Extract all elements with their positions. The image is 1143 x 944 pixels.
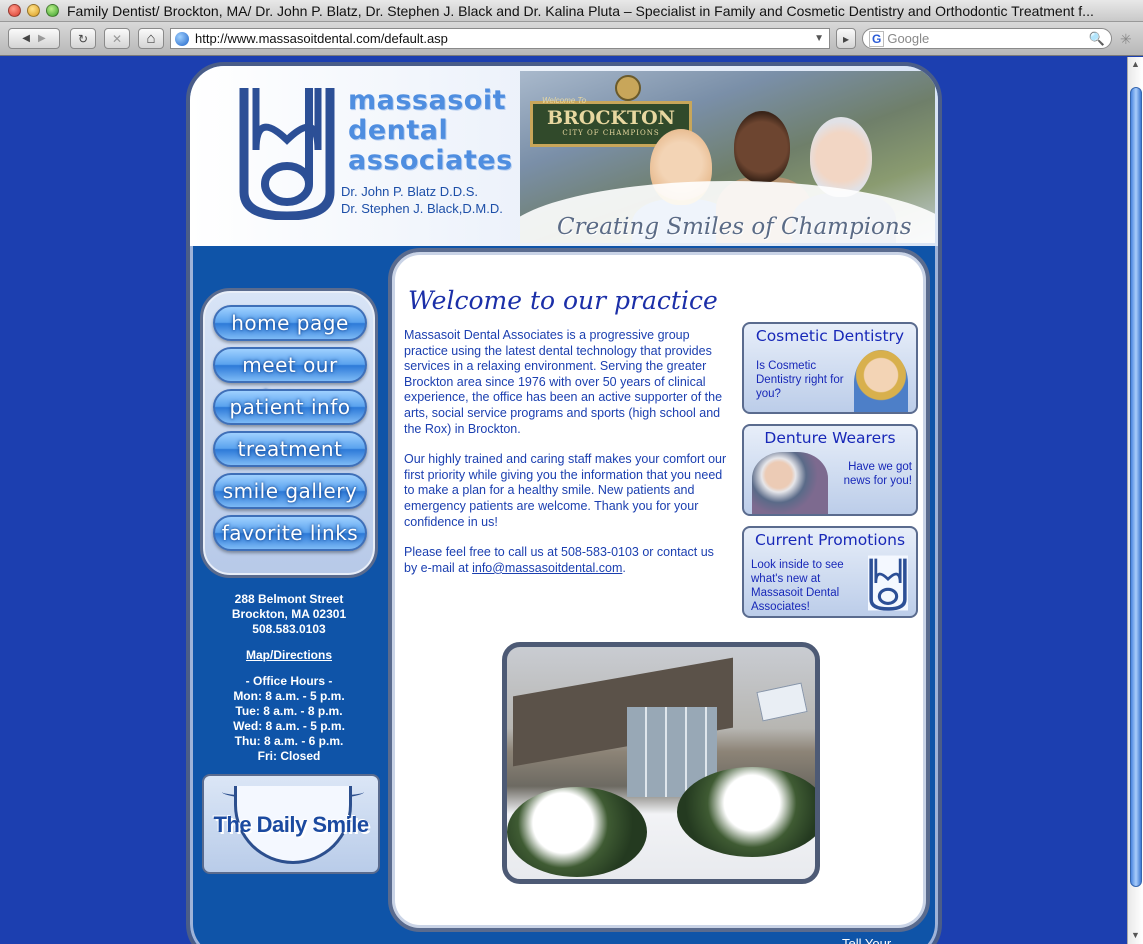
promo-title: Denture Wearers: [764, 429, 896, 447]
window-titlebar: Family Dentist/ Brockton, MA/ Dr. John P…: [0, 0, 1143, 22]
footer-text-peek: Tell Your: [842, 936, 892, 944]
reload-button[interactable]: ↻: [70, 28, 96, 49]
magnifier-icon[interactable]: 🔍: [1089, 31, 1105, 47]
sign-city: BROCKTON: [546, 107, 676, 129]
email-link[interactable]: info@massasoitdental.com: [472, 561, 622, 575]
photo-snowy-bush: [507, 787, 647, 877]
home-button[interactable]: ⌂: [138, 28, 164, 49]
smiling-woman-icon: [854, 350, 908, 412]
promo-title: Current Promotions: [754, 531, 906, 549]
photo-snowy-bush: [677, 767, 815, 857]
search-field[interactable]: G Google 🔍: [862, 28, 1112, 49]
hours-row: Tue: 8 a.m. - 8 p.m.: [235, 704, 343, 718]
intro-text: Massasoit Dental Associates is a progres…: [404, 328, 730, 591]
promo-text: Look inside to see what's new at Massaso…: [751, 559, 844, 613]
md-logo-icon: [868, 555, 908, 611]
window-controls: [8, 4, 59, 17]
main-nav: home page meet our team patient info tre…: [200, 288, 378, 578]
contact-info: 288 Belmont Street Brockton, MA 02301 50…: [200, 592, 378, 764]
sign-welcome: Welcome To: [542, 96, 587, 105]
hours-row: Fri: Closed: [257, 749, 321, 763]
hours-row: Wed: 8 a.m. - 5 p.m.: [233, 719, 345, 733]
nav-smile-gallery[interactable]: smile gallery: [213, 473, 367, 509]
home-icon: ⌂: [146, 30, 156, 47]
nav-home-page[interactable]: home page: [213, 305, 367, 341]
hours-row: Thu: 8 a.m. - 6 p.m.: [234, 734, 344, 748]
nav-treatment[interactable]: treatment: [213, 431, 367, 467]
smiling-man-photo: [734, 111, 790, 183]
search-engine-icon[interactable]: G: [869, 30, 885, 47]
brand-line-1: massasoit: [348, 85, 506, 116]
nav-meet-our-team[interactable]: meet our team: [213, 347, 367, 409]
scrollbar-thumb[interactable]: [1130, 87, 1142, 887]
page-title: Welcome to our practice: [408, 286, 718, 315]
street-address: 288 Belmont Street: [234, 592, 344, 606]
city-seal-icon: [615, 75, 641, 101]
site-header: massasoit dental associates Dr. John P. …: [190, 66, 938, 246]
zoom-window-button[interactable]: [46, 4, 59, 17]
url-dropdown-icon[interactable]: ▼: [814, 33, 824, 44]
nav-patient-info[interactable]: patient info: [213, 389, 367, 425]
hours-row: Mon: 8 a.m. - 5 p.m.: [233, 689, 345, 703]
back-forward-buttons[interactable]: ◀ ▶: [8, 28, 60, 49]
senior-couple-icon: [752, 452, 828, 514]
address-bar[interactable]: http://www.massasoitdental.com/default.a…: [170, 28, 830, 49]
brand-line-2: dental: [348, 115, 449, 146]
current-promotions-promo[interactable]: Current Promotions Look inside to see wh…: [742, 526, 918, 618]
office-hours-title: - Office Hours -: [245, 674, 333, 688]
minimize-window-button[interactable]: [27, 4, 40, 17]
photo-office-sign: [756, 682, 808, 722]
tagline: Creating Smiles of Champions: [557, 214, 912, 240]
doctor-name: Dr. John P. Blatz D.D.S.: [341, 184, 479, 199]
reload-icon: ↻: [77, 31, 89, 46]
city-address: Brockton, MA 02301: [231, 607, 347, 621]
site-globe-icon: [175, 31, 189, 46]
forward-icon[interactable]: ▶: [38, 33, 46, 44]
promo-text: Is Cosmetic Dentistry right for you?: [756, 360, 844, 400]
window-title: Family Dentist/ Brockton, MA/ Dr. John P…: [67, 2, 1094, 19]
daily-smile-label: The Daily Smile: [213, 812, 369, 837]
rss-button[interactable]: ▸: [836, 28, 856, 49]
denture-wearers-promo[interactable]: Denture Wearers Have we got news for you…: [742, 424, 918, 516]
loading-spinner-icon: ✳: [1120, 31, 1132, 47]
scroll-down-icon[interactable]: ▼: [1131, 930, 1140, 940]
doctor-name: Dr. Stephen J. Black,D.M.D.: [341, 201, 503, 216]
main-content: Welcome to our practice Massasoit Dental…: [388, 248, 930, 932]
cosmetic-dentistry-promo[interactable]: Cosmetic Dentistry Is Cosmetic Dentistry…: [742, 322, 918, 414]
brand-name[interactable]: massasoit dental associates: [348, 86, 513, 176]
stop-button[interactable]: ✕: [104, 28, 130, 49]
doctor-names: Dr. John P. Blatz D.D.S. Dr. Stephen J. …: [341, 183, 503, 217]
search-placeholder[interactable]: Google: [887, 31, 1088, 46]
stop-icon: ✕: [111, 31, 123, 46]
phone-number: 508.583.0103: [252, 622, 326, 636]
daily-smile-banner[interactable]: The Daily Smile: [202, 774, 380, 874]
vertical-scrollbar[interactable]: ▲ ▼: [1127, 57, 1143, 944]
site-frame: massasoit dental associates Dr. John P. …: [186, 62, 942, 944]
back-icon[interactable]: ◀: [22, 33, 30, 44]
url-text[interactable]: http://www.massasoitdental.com/default.a…: [195, 31, 814, 46]
close-window-button[interactable]: [8, 4, 21, 17]
brand-line-3: associates: [348, 145, 513, 176]
contact-text-end: .: [622, 560, 626, 575]
md-logo-icon[interactable]: [236, 80, 338, 220]
intro-paragraph: Our highly trained and caring staff make…: [404, 452, 727, 529]
scroll-up-icon[interactable]: ▲: [1131, 59, 1140, 69]
contact-paragraph: Please feel free to call us at 508-583-0…: [404, 545, 730, 576]
intro-paragraph: Massasoit Dental Associates is a progres…: [404, 328, 723, 436]
promo-text: Have we got news for you!: [843, 461, 912, 487]
promo-title: Cosmetic Dentistry: [755, 327, 905, 345]
nav-favorite-links[interactable]: favorite links: [213, 515, 367, 551]
browser-toolbar: ◀ ▶ ↻ ✕ ⌂ http://www.massasoitdental.com…: [0, 22, 1143, 56]
map-directions-link[interactable]: Map/Directions: [200, 648, 378, 663]
rss-icon: ▸: [842, 31, 850, 46]
office-building-photo: [502, 642, 820, 884]
